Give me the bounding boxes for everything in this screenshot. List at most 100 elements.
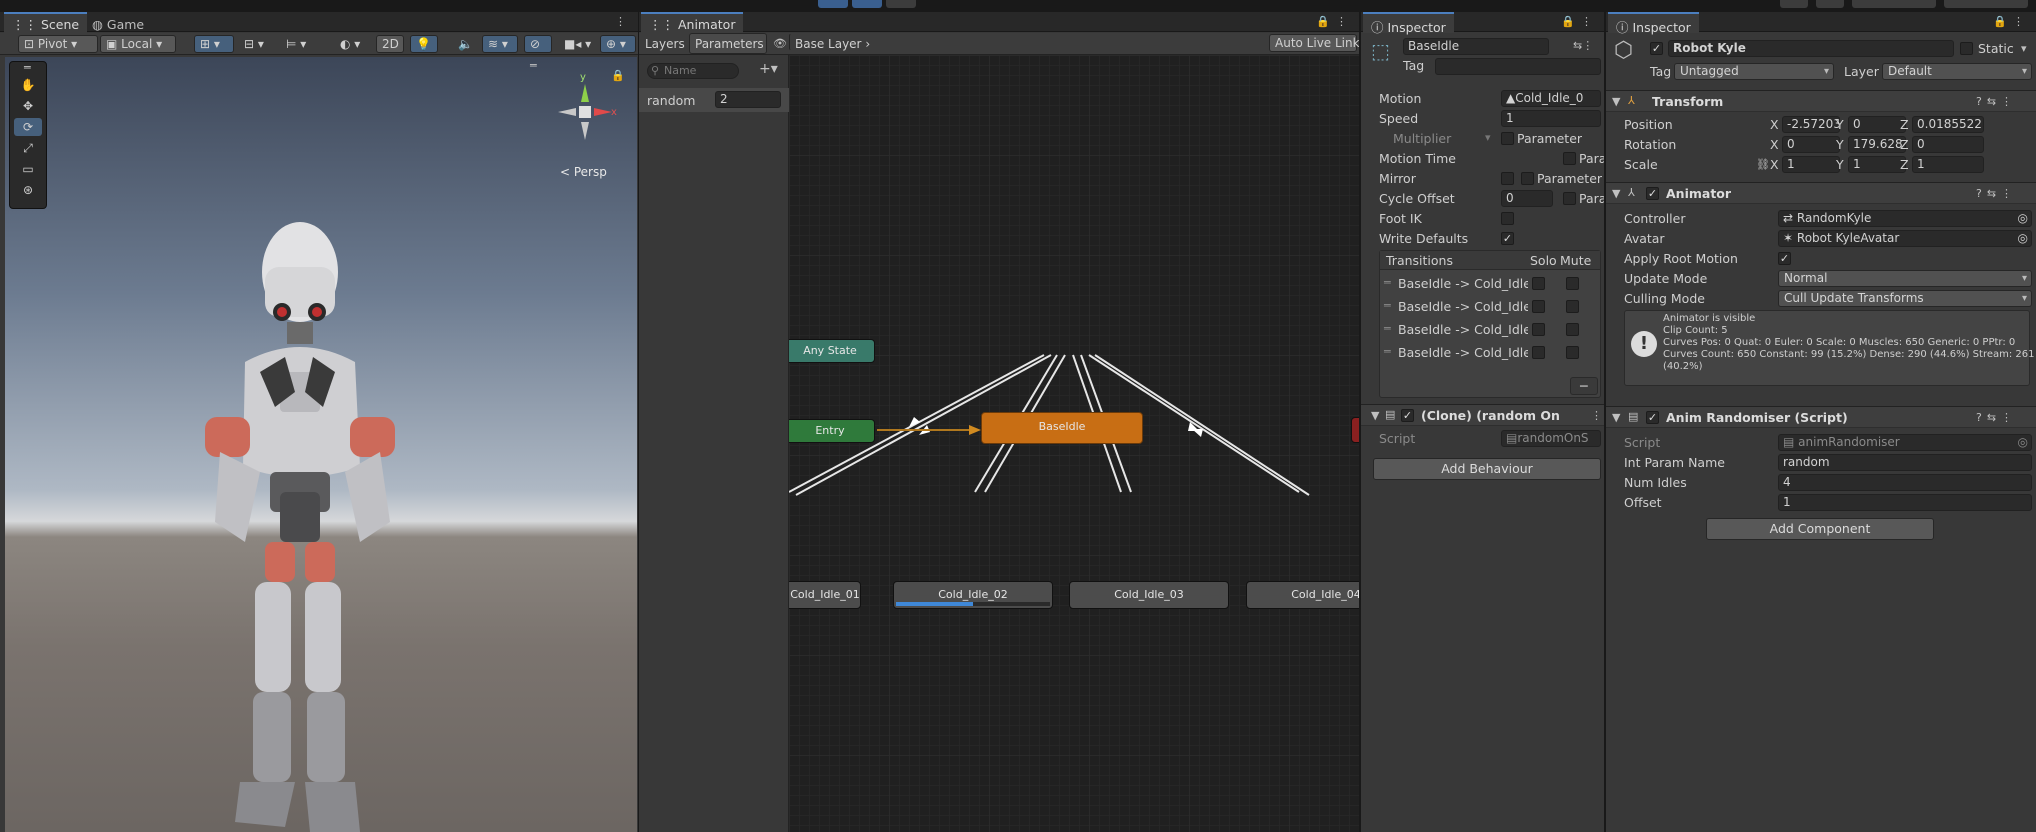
eye-icon[interactable]: 👁	[773, 37, 787, 50]
avatar-field[interactable]: ✶ Robot KyleAvatar ◎	[1778, 230, 2032, 247]
object-picker-icon[interactable]: ◎	[2018, 231, 2028, 246]
culling-mode-dropdown[interactable]: Cull Update Transforms	[1778, 290, 2032, 307]
tab-game[interactable]: ◍ Game	[84, 12, 152, 33]
scene-menu-icon[interactable]: ⋮	[615, 15, 632, 28]
behaviour-header[interactable]: ▼ ▤ ✓ (Clone) (random On ⋮	[1361, 404, 1604, 426]
add-component-button[interactable]: Add Component	[1706, 518, 1934, 540]
gameobject-name-input[interactable]: Robot Kyle	[1668, 40, 1954, 57]
exit-node[interactable]	[1351, 417, 1359, 443]
multiplier-param-checkbox[interactable]	[1501, 132, 1514, 145]
rotation-x-input[interactable]: 0	[1782, 136, 1840, 153]
drag-handle-icon[interactable]: ═	[1384, 322, 1391, 335]
camera-dropdown[interactable]: ■◂ ▾	[558, 35, 594, 53]
rotation-y-input[interactable]: 179.628	[1848, 136, 1906, 153]
mirror-checkbox[interactable]	[1501, 172, 1514, 185]
pivot-dropdown[interactable]: ⊡ Pivot ▾	[18, 35, 98, 53]
search-button[interactable]	[1816, 0, 1844, 8]
foldout-icon[interactable]: ▼	[1612, 411, 1620, 424]
animator-enabled-checkbox[interactable]: ✓	[1646, 187, 1659, 200]
audio-toggle[interactable]: 🔈	[452, 35, 478, 53]
transition-row[interactable]: ═ BaseIdle -> Cold_Idle_0	[1380, 342, 1600, 364]
scale-tool[interactable]: ⤢	[14, 139, 42, 157]
transition-row[interactable]: ═ BaseIdle -> Cold_Idle_0	[1380, 296, 1600, 318]
ruler-button[interactable]: ⊨ ▾	[280, 35, 320, 53]
visibility-toggle[interactable]: ⊘	[524, 35, 552, 53]
drag-handle-icon[interactable]: ═	[1384, 276, 1391, 289]
state-machine-graph[interactable]: Any State Entry BaseIdle Cold_Idle_01 Co…	[789, 55, 1359, 832]
auto-live-link-button[interactable]: Auto Live Link	[1269, 34, 1359, 52]
rect-tool[interactable]: ▭	[14, 160, 42, 178]
rotate-tool[interactable]: ⟳	[14, 118, 42, 136]
baseidle-node[interactable]: BaseIdle	[981, 412, 1143, 444]
any-state-node[interactable]: Any State	[789, 339, 875, 363]
behaviour-enabled-checkbox[interactable]: ✓	[1401, 409, 1414, 422]
preset-icon[interactable]: ⇆⋮	[1573, 39, 1593, 52]
layer-dropdown[interactable]: Default	[1882, 63, 2032, 80]
tag-dropdown[interactable]: Untagged	[1674, 63, 1834, 80]
drag-handle-icon[interactable]: ═	[1384, 299, 1391, 312]
speed-field[interactable]: 1	[1501, 110, 1601, 127]
foldout-icon[interactable]: ▼	[1612, 187, 1620, 200]
breadcrumb[interactable]: Base Layer ›	[789, 33, 879, 51]
randomiser-enabled-checkbox[interactable]: ✓	[1646, 411, 1659, 424]
idle-node-2[interactable]: Cold_Idle_02	[893, 581, 1053, 609]
transition-row[interactable]: ═ BaseIdle -> Cold_Idle_0	[1380, 319, 1600, 341]
state-tag-input[interactable]	[1435, 58, 1601, 75]
persp-label[interactable]: < Persp	[560, 165, 607, 179]
foldout-icon[interactable]: ▼	[1612, 95, 1620, 108]
transition-mute-checkbox[interactable]	[1566, 300, 1579, 313]
scene-viewport[interactable]: ═ ✋ ✥ ⟳ ⤢ ▭ ⊛ y x 🔒 ═ < Persp	[5, 57, 637, 832]
cycle-offset-param-checkbox[interactable]	[1563, 192, 1576, 205]
transition-mute-checkbox[interactable]	[1566, 277, 1579, 290]
update-mode-dropdown[interactable]: Normal	[1778, 270, 2032, 287]
motion-time-param-checkbox[interactable]	[1563, 152, 1576, 165]
add-behaviour-button[interactable]: Add Behaviour	[1373, 458, 1601, 480]
tab-inspector-object[interactable]: ⓘ Inspector	[1608, 12, 1699, 35]
position-x-input[interactable]: -2.572037	[1782, 116, 1840, 133]
gizmos-dropdown[interactable]: ⊕ ▾	[600, 35, 636, 53]
animator-component-header[interactable]: ▼ ⅄ ✓ Animator ?⇆⋮	[1606, 182, 2036, 204]
transform-tool[interactable]: ⊛	[14, 181, 42, 199]
scale-y-input[interactable]: 1	[1848, 156, 1906, 173]
idle-node-4[interactable]: Cold_Idle_04	[1246, 581, 1359, 609]
write-defaults-checkbox[interactable]: ✓	[1501, 232, 1514, 245]
constrain-proportions-icon[interactable]: ⛓	[1756, 158, 1770, 171]
state-name-input[interactable]: BaseIdle	[1403, 38, 1549, 55]
motion-field[interactable]: ▲Cold_Idle_0	[1501, 90, 1601, 107]
int-param-name-input[interactable]: random	[1778, 454, 2032, 471]
component-menu-icons[interactable]: ?⇆⋮	[1976, 411, 2017, 424]
add-parameter-button[interactable]: +▾	[759, 61, 778, 77]
transform-header[interactable]: ▼ ⅄ Transform ?⇆⋮	[1606, 90, 2036, 112]
history-button[interactable]	[1780, 0, 1808, 8]
remove-transition-button[interactable]: −	[1570, 377, 1598, 395]
scale-x-input[interactable]: 1	[1782, 156, 1840, 173]
move-tool[interactable]: ✥	[14, 97, 42, 115]
play-button[interactable]	[818, 0, 848, 8]
entry-node[interactable]: Entry	[789, 419, 875, 443]
tab-layers[interactable]: Layers	[639, 33, 687, 51]
tab-parameters[interactable]: Parameters	[689, 33, 767, 54]
apply-root-motion-checkbox[interactable]: ✓	[1778, 252, 1791, 265]
lock-icon[interactable]: 🔒	[611, 69, 625, 82]
lighting-toggle[interactable]: 💡	[410, 35, 438, 53]
behaviour-menu-icon[interactable]: ⋮	[1591, 409, 1602, 422]
rotation-z-input[interactable]: 0	[1912, 136, 1984, 153]
effects-toggle[interactable]: ≋ ▾	[482, 35, 518, 53]
cycle-offset-field[interactable]: 0	[1501, 190, 1553, 207]
hand-tool[interactable]: ✋	[14, 76, 42, 94]
step-button[interactable]	[886, 0, 916, 8]
offset-input[interactable]: 1	[1778, 494, 2032, 511]
gameobject-active-checkbox[interactable]: ✓	[1650, 42, 1663, 55]
transition-mute-checkbox[interactable]	[1566, 323, 1579, 336]
grid-snap-button[interactable]: ⊞ ▾	[194, 35, 234, 53]
scale-z-input[interactable]: 1	[1912, 156, 1984, 173]
parameter-value-input[interactable]: 2	[715, 91, 781, 108]
position-z-input[interactable]: 0.0185522	[1912, 116, 1984, 133]
multiplier-dropdown-icon[interactable]: ▾	[1485, 131, 1491, 144]
foot-ik-checkbox[interactable]	[1501, 212, 1514, 225]
robot-kyle-model[interactable]	[185, 222, 445, 832]
transition-solo-checkbox[interactable]	[1532, 300, 1545, 313]
layers-dropdown[interactable]	[1852, 0, 1936, 8]
randomiser-header[interactable]: ▼ ▤ ✓ Anim Randomiser (Script) ?⇆⋮	[1606, 406, 2036, 428]
static-dropdown-icon[interactable]: ▾	[2021, 42, 2027, 55]
